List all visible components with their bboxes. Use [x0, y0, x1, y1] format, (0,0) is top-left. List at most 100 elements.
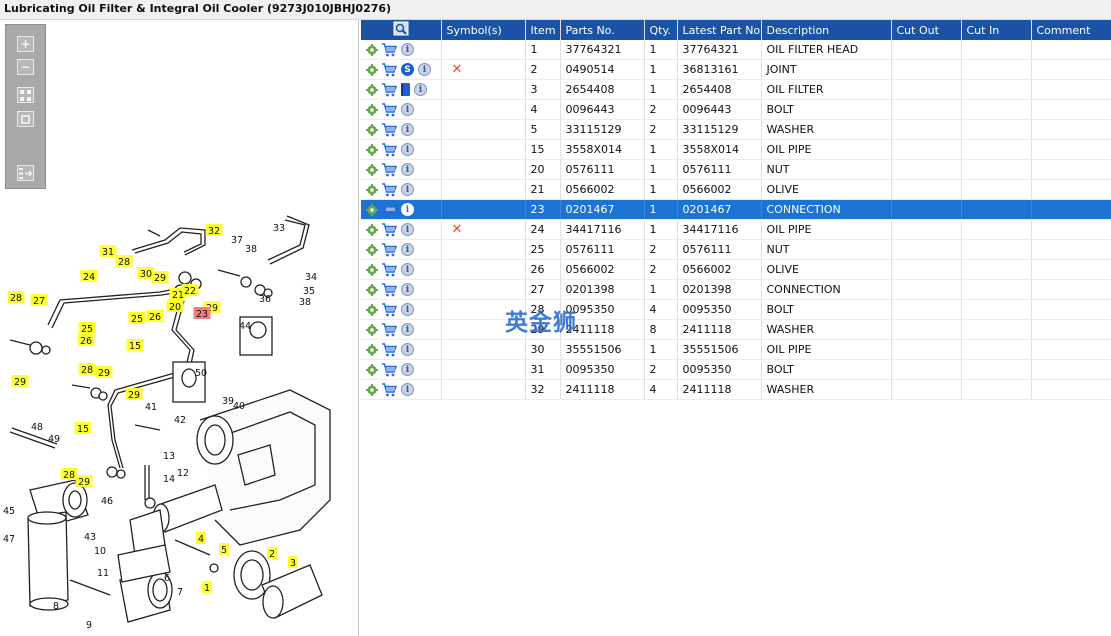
- gear-icon[interactable]: [366, 163, 378, 176]
- callout-label[interactable]: 26: [80, 336, 92, 347]
- callout-label[interactable]: 32: [208, 226, 220, 237]
- gear-icon[interactable]: [366, 323, 378, 336]
- info-icon[interactable]: i: [401, 203, 414, 216]
- actual-size-button[interactable]: [17, 111, 34, 127]
- callout-label[interactable]: 15: [129, 341, 141, 352]
- info-icon[interactable]: i: [401, 43, 414, 56]
- cart-icon[interactable]: [381, 222, 397, 237]
- gear-icon[interactable]: [366, 283, 378, 296]
- gear-icon[interactable]: [366, 123, 378, 136]
- callout-label[interactable]: 45: [3, 506, 15, 517]
- callout-label[interactable]: 20: [169, 302, 181, 313]
- table-row[interactable]: i 1 37764321 1 37764321 OIL FILTER HEAD: [361, 40, 1111, 60]
- callout-label[interactable]: 28: [118, 257, 130, 268]
- zoom-in-button[interactable]: +: [17, 36, 34, 52]
- callout-label[interactable]: 10: [94, 546, 106, 557]
- callout-label[interactable]: 46: [101, 496, 113, 507]
- callout-label[interactable]: 27: [33, 296, 45, 307]
- callout-label[interactable]: 50: [195, 368, 207, 379]
- callout-label[interactable]: 15: [77, 424, 89, 435]
- supersession-badge[interactable]: S: [401, 63, 414, 76]
- table-row[interactable]: i 31 0095350 2 0095350 BOLT: [361, 359, 1111, 380]
- callout-label[interactable]: 47: [3, 534, 15, 545]
- diagram-pane[interactable]: + − 33 37 38 34 35 36 38 32 31 28 30 29 …: [0, 20, 359, 636]
- gear-icon[interactable]: [366, 103, 378, 116]
- callout-label[interactable]: 12: [177, 468, 189, 479]
- cart-icon[interactable]: [381, 162, 397, 177]
- gear-icon[interactable]: [366, 63, 378, 76]
- callout-label[interactable]: 25: [81, 324, 93, 335]
- cart-icon[interactable]: [381, 142, 397, 157]
- callout-label[interactable]: 29: [98, 368, 110, 379]
- callout-label[interactable]: 31: [102, 247, 114, 258]
- column-header[interactable]: Comment: [1031, 20, 1111, 40]
- callout-label[interactable]: 9: [86, 620, 92, 631]
- callout-label[interactable]: 28: [10, 293, 22, 304]
- cart-icon[interactable]: [381, 102, 397, 117]
- gear-icon[interactable]: [366, 43, 378, 56]
- info-icon[interactable]: i: [401, 143, 414, 156]
- info-icon[interactable]: i: [401, 343, 414, 356]
- callout-label[interactable]: 7: [177, 587, 183, 598]
- cart-icon[interactable]: [381, 122, 397, 137]
- cart-icon[interactable]: [381, 62, 397, 77]
- callout-label[interactable]: 38: [299, 297, 311, 308]
- table-row[interactable]: i 20 0576111 1 0576111 NUT: [361, 159, 1111, 180]
- callout-label[interactable]: 42: [174, 415, 186, 426]
- callout-label[interactable]: 14: [163, 474, 175, 485]
- header-view-toggle[interactable]: [361, 20, 442, 40]
- column-header[interactable]: Cut Out: [891, 20, 962, 40]
- column-header[interactable]: Latest Part No.: [677, 20, 762, 40]
- table-row[interactable]: i 27 0201398 1 0201398 CONNECTION: [361, 279, 1111, 300]
- callout-label[interactable]: 4: [198, 534, 204, 545]
- callout-label[interactable]: 34: [305, 272, 317, 283]
- table-row[interactable]: i 25 0576111 2 0576111 NUT: [361, 239, 1111, 260]
- column-header[interactable]: Qty.: [644, 20, 678, 40]
- cart-icon[interactable]: [381, 322, 397, 337]
- callout-label[interactable]: 29: [128, 390, 140, 401]
- gear-icon[interactable]: [366, 383, 378, 396]
- callout-label[interactable]: 35: [303, 286, 315, 297]
- callout-label[interactable]: 38: [245, 244, 257, 255]
- table-row[interactable]: i 23 0201467 1 0201467 CONNECTION: [361, 199, 1111, 220]
- column-header[interactable]: Cut In: [961, 20, 1032, 40]
- table-row[interactable]: i 5 33115129 2 33115129 WASHER: [361, 119, 1111, 140]
- cart-icon[interactable]: [381, 42, 397, 57]
- gear-icon[interactable]: [366, 223, 378, 236]
- info-icon[interactable]: i: [401, 223, 414, 236]
- callout-label[interactable]: 24: [83, 272, 95, 283]
- callout-label[interactable]: 48: [31, 422, 43, 433]
- gear-icon[interactable]: [366, 303, 378, 316]
- callout-label[interactable]: 22: [184, 286, 196, 297]
- callout-label[interactable]: 8: [53, 601, 59, 612]
- column-header[interactable]: Description: [761, 20, 892, 40]
- cart-icon[interactable]: [381, 382, 397, 397]
- column-header[interactable]: Item: [525, 20, 561, 40]
- info-icon[interactable]: i: [414, 83, 427, 96]
- gear-icon[interactable]: [366, 183, 378, 196]
- fit-window-button[interactable]: [17, 87, 34, 103]
- cart-icon[interactable]: [381, 302, 397, 317]
- table-row[interactable]: i 15 3558X014 1 3558X014 OIL PIPE: [361, 139, 1111, 160]
- gear-icon[interactable]: [366, 343, 378, 356]
- zoom-out-button[interactable]: −: [17, 59, 34, 75]
- gear-icon[interactable]: [366, 263, 378, 276]
- table-row[interactable]: i 30 35551506 1 35551506 OIL PIPE: [361, 339, 1111, 360]
- callout-label[interactable]: 26: [149, 312, 161, 323]
- callout-label[interactable]: 1: [204, 583, 210, 594]
- table-row[interactable]: i 32 2411118 4 2411118 WASHER: [361, 379, 1111, 400]
- info-icon[interactable]: i: [401, 283, 414, 296]
- gear-icon[interactable]: [366, 83, 378, 96]
- callout-label[interactable]: 13: [163, 451, 175, 462]
- info-icon[interactable]: i: [401, 383, 414, 396]
- info-icon[interactable]: i: [401, 123, 414, 136]
- table-row[interactable]: i 4 0096443 2 0096443 BOLT: [361, 99, 1111, 120]
- callout-label[interactable]: 36: [259, 294, 271, 305]
- table-row[interactable]: i 21 0566002 1 0566002 OLIVE: [361, 179, 1111, 200]
- info-icon[interactable]: i: [401, 183, 414, 196]
- table-row[interactable]: i 29 2411118 8 2411118 WASHER: [361, 319, 1111, 340]
- callout-label[interactable]: 25: [131, 314, 143, 325]
- gear-icon[interactable]: [366, 243, 378, 256]
- callout-label[interactable]: 29: [14, 377, 26, 388]
- gear-icon[interactable]: [366, 363, 378, 376]
